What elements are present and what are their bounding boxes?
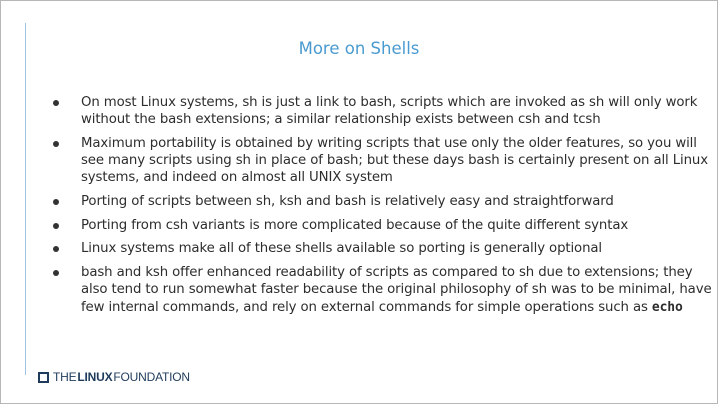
slide: More on Shells On most Linux systems, sh… [0,0,718,404]
bullet-item: On most Linux systems, sh is just a link… [53,94,713,128]
bullet-text: On most Linux systems, sh is just a link… [81,95,698,128]
vertical-accent-rule [25,23,26,375]
bullet-text: Maximum portability is obtained by writi… [81,135,708,186]
bullet-item: Porting from csh variants is more compli… [53,217,713,234]
bullet-dot-icon [53,270,59,277]
bullet-dot-icon [53,222,59,229]
bullet-item: bash and ksh offer enhanced readability … [53,264,713,316]
bullet-dot-icon [53,246,59,253]
inline-code-echo: echo [651,299,683,315]
bullet-dot-icon [53,100,59,106]
logo-foundation-text: FOUNDATION [113,370,190,384]
bullet-text: Porting from csh variants is more compli… [81,217,629,233]
bullet-item: Maximum portability is obtained by writi… [53,135,713,187]
bullet-dot-icon [53,140,59,147]
logo-linux-text: LINUX [77,370,113,384]
bullet-text: Linux systems make all of these shells a… [81,241,602,257]
slide-title: More on Shells [298,39,420,58]
square-outline-icon [38,371,49,383]
bullet-item: Porting of scripts between sh, ksh and b… [53,193,713,210]
bullet-item: Linux systems make all of these shells a… [53,240,713,257]
bullet-list: On most Linux systems, sh is just a link… [53,94,713,322]
bullet-dot-icon [53,199,59,206]
bullet-text: Porting of scripts between sh, ksh and b… [81,194,614,210]
linux-foundation-logo: THE LINUX FOUNDATION [38,370,190,384]
bullet-text: bash and ksh offer enhanced readability … [81,265,712,315]
logo-the-text: THE [53,370,77,384]
